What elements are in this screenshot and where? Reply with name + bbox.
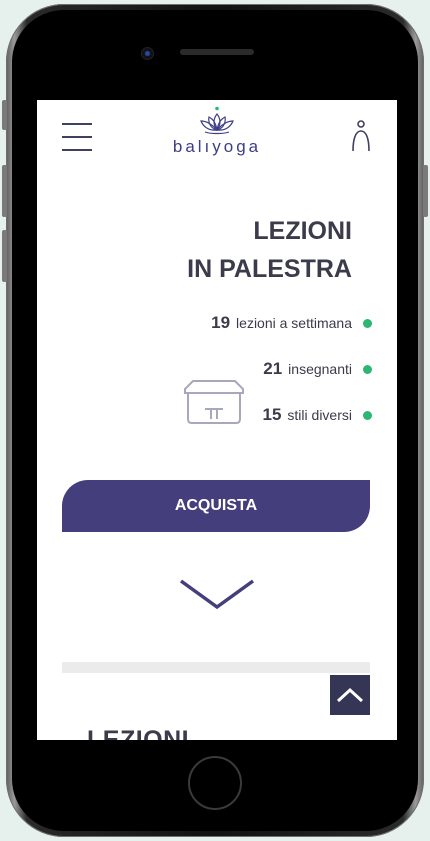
next-section-title: LEZIONI xyxy=(87,726,190,740)
stat-number: 21 xyxy=(263,359,283,378)
stat-label: insegnanti xyxy=(288,361,352,377)
power-button xyxy=(423,165,428,217)
home-button[interactable] xyxy=(188,756,242,810)
hero-title-line1: LEZIONI xyxy=(253,217,352,245)
stat-number: 19 xyxy=(211,313,231,332)
chevron-up-icon xyxy=(336,687,364,703)
volume-up-button xyxy=(2,165,7,217)
status-dot xyxy=(363,364,372,374)
earpiece-speaker xyxy=(180,49,254,55)
logo-text: balıyoga xyxy=(172,137,262,156)
hero-title: LEZIONI IN PALESTRA xyxy=(187,212,352,288)
scroll-to-top-button[interactable] xyxy=(330,675,370,715)
stat-styles: 15 stili diversi xyxy=(262,405,372,425)
stat-teachers: 21 insegnanti xyxy=(263,359,372,379)
brand-logo[interactable]: balıyoga xyxy=(167,106,267,156)
lotus-icon xyxy=(200,106,234,135)
buy-button[interactable]: ACQUISTA xyxy=(62,480,370,532)
stat-lessons: 19 lezioni a settimana xyxy=(211,313,372,333)
stat-number: 15 xyxy=(262,405,282,424)
status-dot xyxy=(363,410,372,420)
treatment-table-icon xyxy=(184,380,244,424)
status-dot xyxy=(363,318,372,328)
chevron-down-icon[interactable] xyxy=(178,578,256,612)
user-icon[interactable] xyxy=(351,120,371,152)
hamburger-menu-icon[interactable] xyxy=(62,122,92,152)
front-camera xyxy=(141,47,154,60)
stat-label: stili diversi xyxy=(287,407,352,423)
app-screen: balıyoga LEZIONI IN PALESTRA 19 lezioni … xyxy=(37,100,397,740)
section-divider xyxy=(62,662,370,673)
volume-down-button xyxy=(2,230,7,282)
stat-label: lezioni a settimana xyxy=(236,315,352,331)
hero-title-line2: IN PALESTRA xyxy=(187,255,352,283)
mute-switch xyxy=(2,100,7,130)
